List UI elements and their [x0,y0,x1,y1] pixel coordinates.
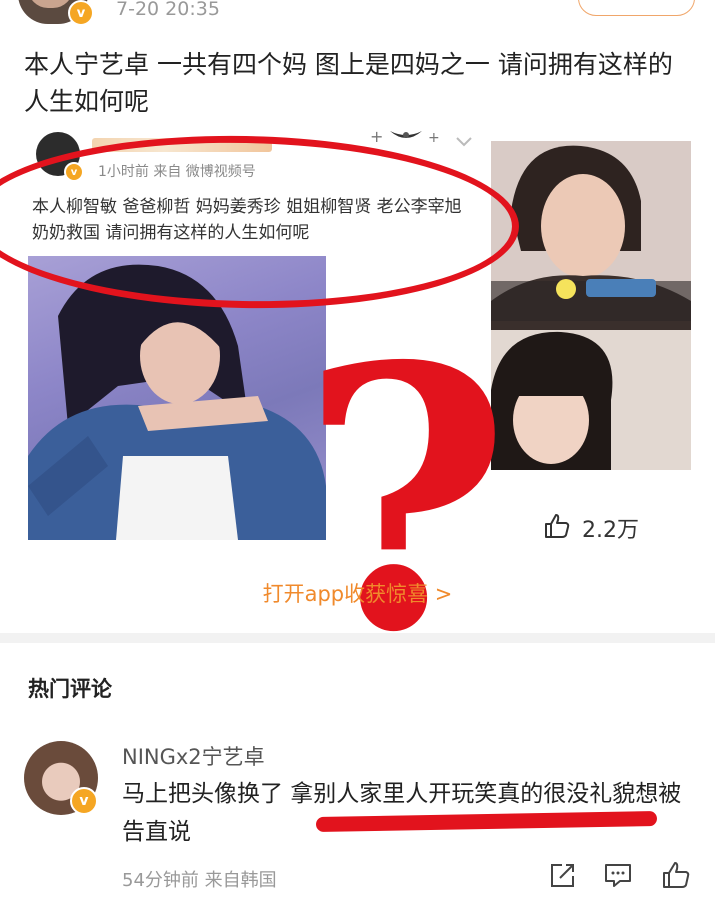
commenter-name[interactable]: NINGx2宁艺卓 [122,741,265,771]
post-text: 本人宁艺卓 一共有四个妈 图上是四妈之一 请问拥有这样的人生如何呢 [24,50,673,116]
section-divider [0,633,715,643]
video-still-girl[interactable] [491,330,691,470]
comment-icon[interactable] [603,860,633,890]
follow-button[interactable] [578,0,695,16]
share-icon[interactable] [548,860,578,890]
comment-text: 马上把头像换了 拿别人家里人开玩笑真的很没礼貌想被告直说 [122,781,682,845]
chevron-down-icon[interactable] [456,132,472,151]
like-icon[interactable] [661,860,691,890]
svg-text:+: + [370,127,383,146]
thumb-up-icon[interactable] [543,512,571,540]
verified-badge-icon: v [68,0,94,26]
comment-meta: 54分钟前 来自韩国 [122,870,277,891]
decoration-sticker: + + [368,125,444,147]
like-count: 2.2万 [582,518,639,543]
svg-text:+: + [428,130,440,146]
video-still-woman[interactable] [491,141,691,330]
hot-comments-title: 热门评论 [28,677,112,701]
open-app-link[interactable]: 打开app收获惊喜 > [0,578,715,608]
verified-badge-icon: v [70,787,98,815]
post-time: 7-20 20:35 [116,0,220,20]
